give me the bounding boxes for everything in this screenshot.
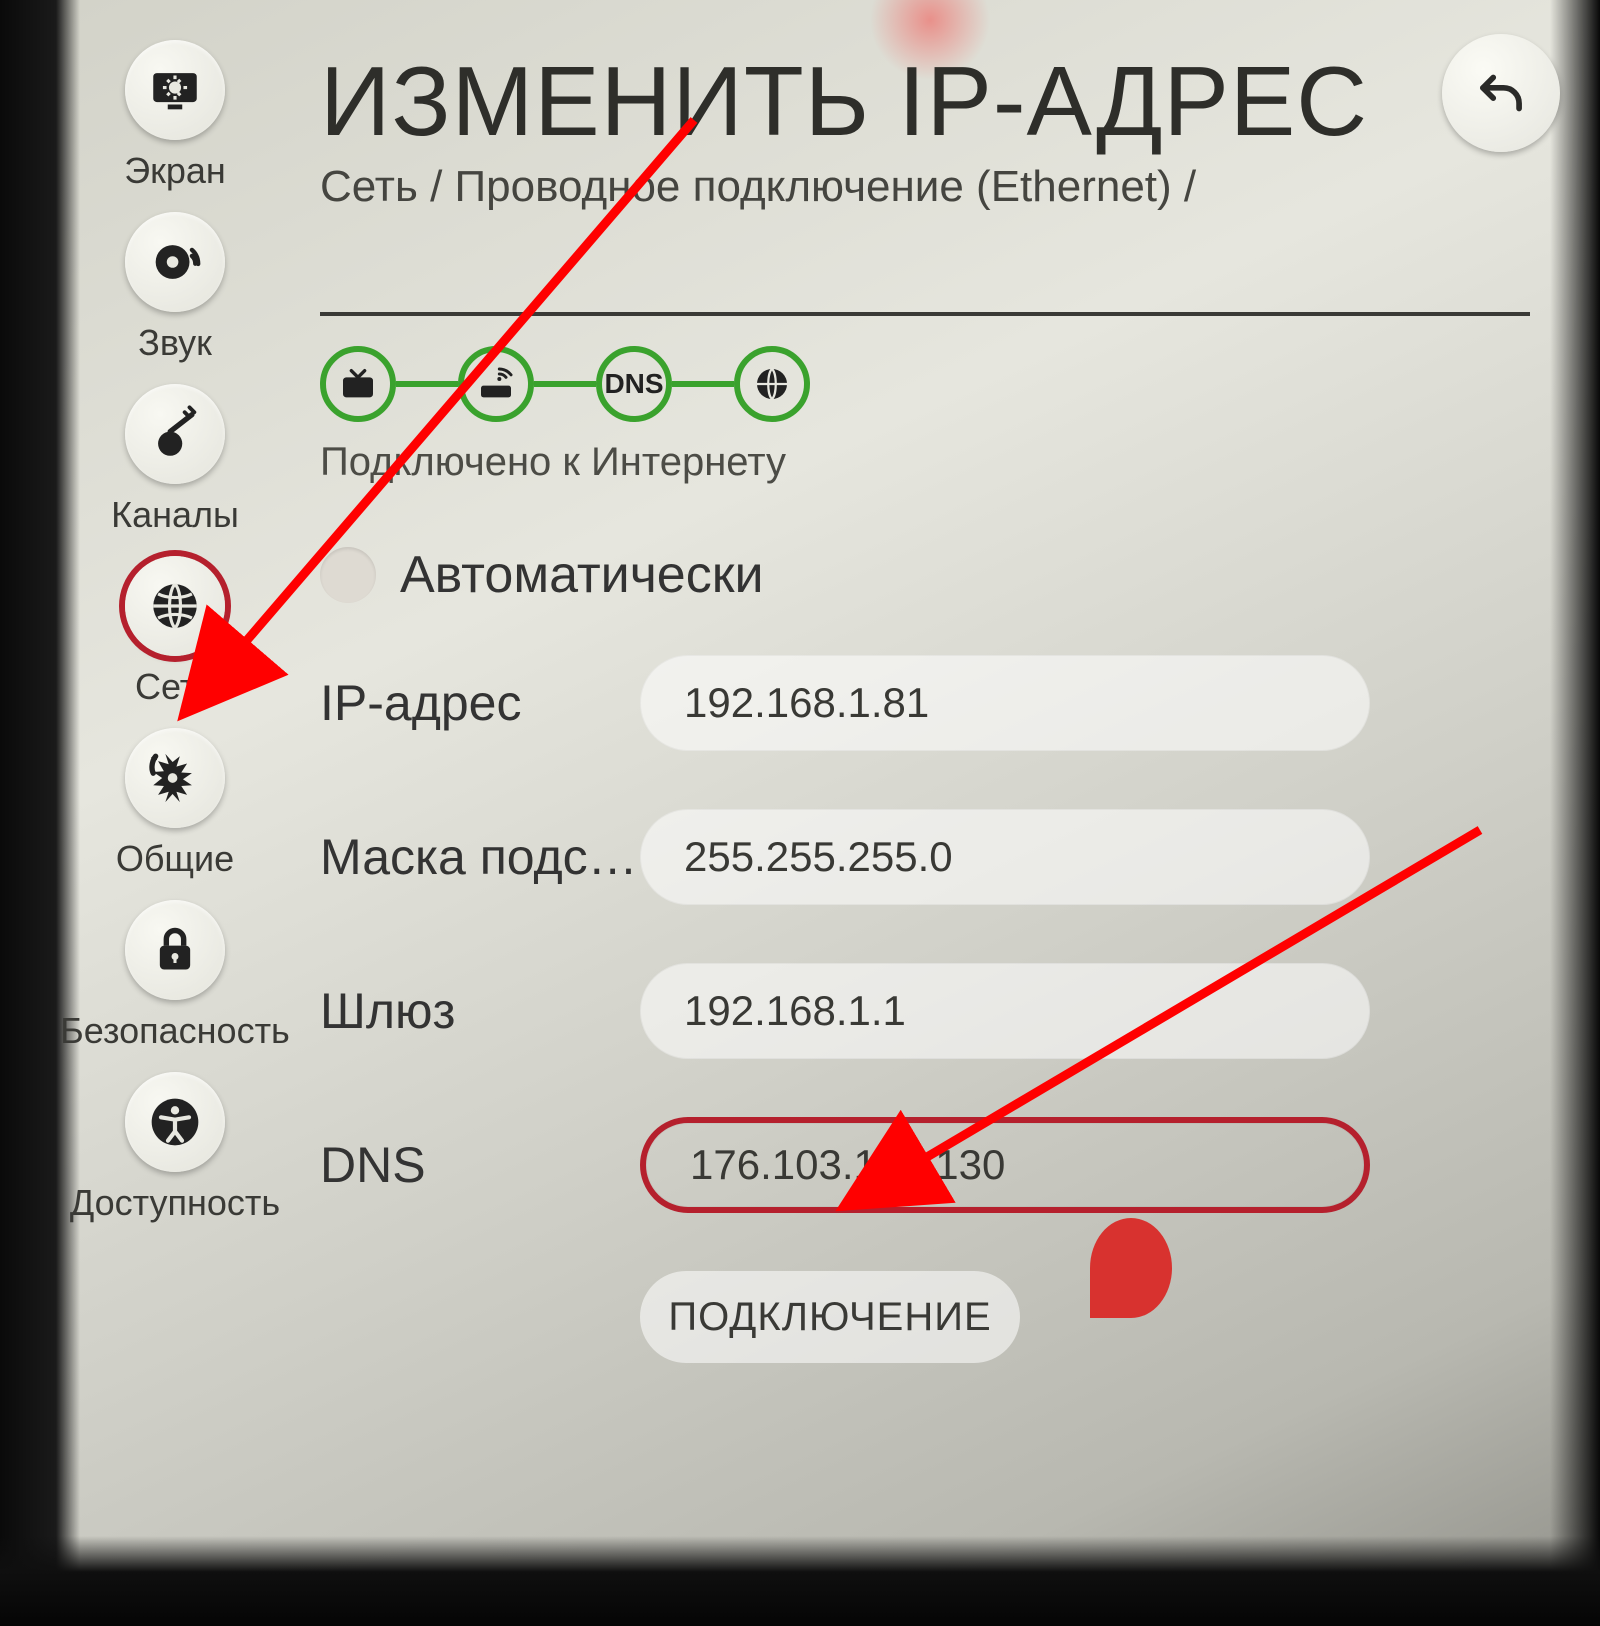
field-row-gateway: Шлюз 192.168.1.1	[320, 963, 1530, 1059]
sidebar-item-sound[interactable]: Звук	[125, 212, 225, 364]
auto-label: Автоматически	[400, 545, 764, 605]
chain-link	[534, 381, 596, 387]
auto-mode-row[interactable]: Автоматически	[320, 545, 1530, 605]
main-panel: ИЗМЕНИТЬ IP-АДРЕС Сеть / Проводное подкл…	[320, 45, 1530, 1363]
chain-node-dns: DNS	[596, 346, 672, 422]
dns-label: DNS	[604, 368, 663, 400]
chain-node-tv	[320, 346, 396, 422]
ip-form: Автоматически IP-адрес 192.168.1.81 Маск…	[320, 545, 1530, 1363]
field-label: DNS	[320, 1136, 640, 1194]
divider	[320, 312, 1530, 316]
sidebar-item-label: Общие	[116, 838, 234, 880]
back-button[interactable]	[1442, 34, 1560, 152]
sidebar-item-label: Сеть	[135, 666, 215, 708]
gateway-field[interactable]: 192.168.1.1	[640, 963, 1370, 1059]
cursor-icon	[1090, 1218, 1172, 1318]
sidebar-item-label: Звук	[138, 322, 212, 364]
sidebar-item-general[interactable]: Общие	[116, 728, 234, 880]
bezel-bottom	[0, 1536, 1600, 1626]
field-label: Маска подс…	[320, 828, 640, 886]
sidebar-item-accessibility[interactable]: Доступность	[70, 1072, 280, 1224]
sidebar-item-screen[interactable]: Экран	[124, 40, 226, 192]
field-row-dns: DNS 176.103.130.130	[320, 1117, 1530, 1213]
network-icon	[125, 556, 225, 656]
sound-icon	[125, 212, 225, 312]
sidebar-item-channels[interactable]: Каналы	[111, 384, 239, 536]
connect-button[interactable]: ПОДКЛЮЧЕНИЕ	[640, 1271, 1020, 1363]
accessibility-icon	[125, 1072, 225, 1172]
security-icon	[125, 900, 225, 1000]
auto-radio[interactable]	[320, 547, 376, 603]
bezel-right	[1550, 0, 1600, 1626]
subnet-mask-field[interactable]: 255.255.255.0	[640, 809, 1370, 905]
ip-address-field[interactable]: 192.168.1.81	[640, 655, 1370, 751]
field-row-mask: Маска подс… 255.255.255.0	[320, 809, 1530, 905]
field-label: Шлюз	[320, 982, 640, 1040]
back-icon	[1470, 62, 1532, 124]
sidebar-item-network[interactable]: Сеть	[125, 556, 225, 708]
channels-icon	[125, 384, 225, 484]
connection-chain: DNS	[320, 346, 1530, 422]
sidebar-item-label: Безопасность	[60, 1010, 290, 1052]
chain-node-router	[458, 346, 534, 422]
general-icon	[125, 728, 225, 828]
sidebar-item-security[interactable]: Безопасность	[60, 900, 290, 1052]
chain-link	[396, 381, 458, 387]
connection-status: Подключено к Интернету	[320, 440, 1530, 485]
globe-icon	[752, 364, 792, 404]
field-row-ip: IP-адрес 192.168.1.81	[320, 655, 1530, 751]
connect-button-label: ПОДКЛЮЧЕНИЕ	[668, 1295, 991, 1340]
screen-icon	[125, 40, 225, 140]
sidebar-item-label: Каналы	[111, 494, 239, 536]
router-icon	[476, 364, 516, 404]
settings-sidebar: Экран Звук Каналы Сеть Общие Безопасност…	[60, 40, 290, 1224]
page-title: ИЗМЕНИТЬ IP-АДРЕС	[320, 45, 1530, 158]
field-label: IP-адрес	[320, 674, 640, 732]
tv-icon	[338, 364, 378, 404]
breadcrumb: Сеть / Проводное подключение (Ethernet) …	[320, 162, 1530, 212]
sidebar-item-label: Доступность	[70, 1182, 280, 1224]
sidebar-item-label: Экран	[124, 150, 226, 192]
dns-field[interactable]: 176.103.130.130	[640, 1117, 1370, 1213]
chain-link	[672, 381, 734, 387]
chain-node-internet	[734, 346, 810, 422]
